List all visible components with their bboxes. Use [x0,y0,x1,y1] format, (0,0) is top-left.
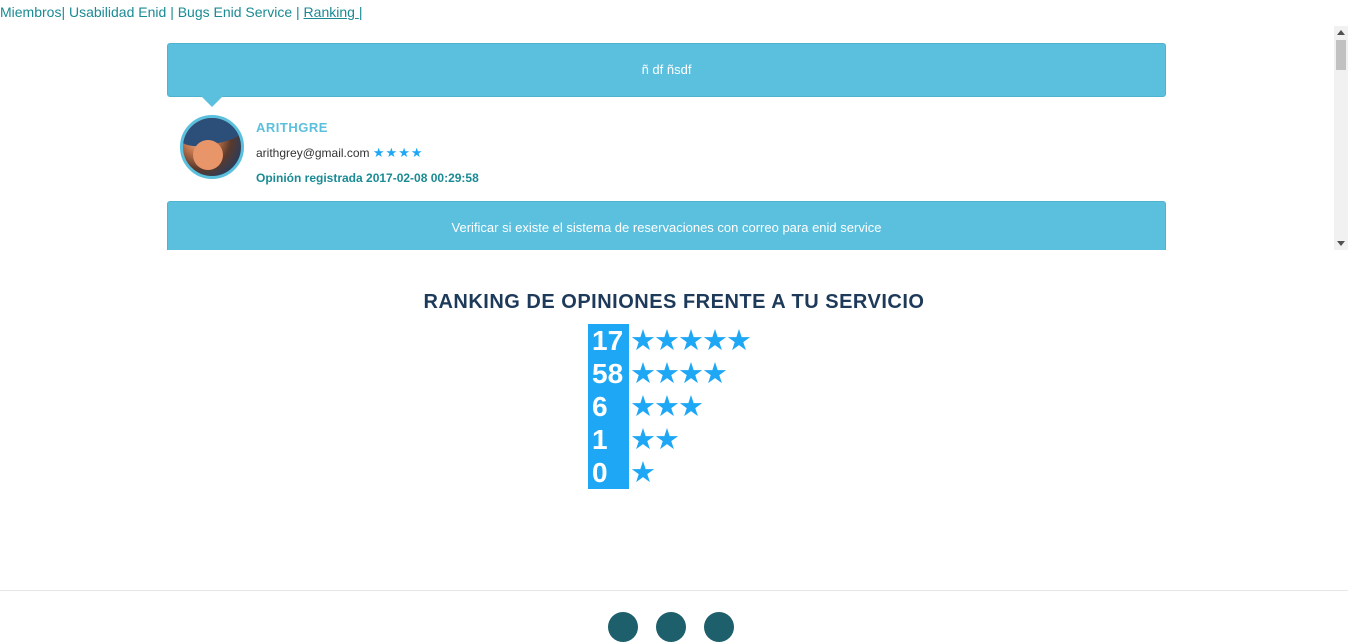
ranking-stars: ★★★★★ [630,323,752,357]
ranking-row: 0 ★ [588,456,750,489]
scrollbar[interactable] [1334,26,1348,250]
opinions-scroll-panel[interactable]: ñ df ñsdf ARITHGRE arithgrey@gmail.com ★… [0,26,1348,250]
opinion-text: ñ df ñsdf [641,62,692,77]
ranking-count: 58 [588,357,629,390]
opinion-text: Verificar si existe el sistema de reserv… [451,220,882,235]
opinion-date: Opinión registrada 2017-02-08 00:29:58 [256,171,479,185]
scroll-down-arrow-icon[interactable] [1337,241,1345,246]
ranking-count: 1 [588,423,629,456]
ranking-stars: ★★ [630,422,680,456]
nav-separator: | [61,4,66,20]
opinion-user-name: ARITHGRE [256,120,328,135]
opinion-bubble: Verificar si existe el sistema de reserv… [167,201,1166,250]
scrollbar-thumb[interactable] [1336,40,1346,70]
ranking-count: 17 [588,324,629,357]
ranking-stars: ★★★★ [630,356,728,390]
ranking-stars: ★ [630,455,656,489]
top-navigation: Miembros| Usabilidad Enid | Bugs Enid Se… [0,4,362,20]
avatar [180,115,244,179]
opinion-bubble: ñ df ñsdf [167,43,1166,107]
nav-link-bugs-enid-service[interactable]: Bugs Enid Service [178,4,292,20]
ranking-row: 58 ★★★★ [588,357,750,390]
nav-separator: | [296,4,300,20]
ranking-row: 17 ★★★★★ [588,323,752,357]
opinion-email-text: arithgrey@gmail.com [256,146,370,160]
ranking-count: 6 [588,390,629,423]
opinion-rating-stars: ★★★★ [372,145,424,160]
bubble-tail [201,96,223,107]
ranking-row: 6 ★★★ [588,390,750,423]
ranking-stars: ★★★ [630,389,704,423]
opinion-user-email: arithgrey@gmail.com ★★★★ [256,145,424,161]
nav-separator: | [358,4,363,20]
ranking-title: RANKING DE OPINIONES FRENTE A TU SERVICI… [423,291,925,313]
footer-divider [0,590,1348,591]
ranking-count: 0 [588,456,629,489]
nav-link-usabilidad-enid[interactable]: Usabilidad Enid [69,4,166,20]
nav-link-miembros[interactable]: Miembros [0,4,61,20]
scroll-up-arrow-icon[interactable] [1337,30,1345,35]
nav-link-ranking[interactable]: Ranking [304,4,359,20]
ranking-table: 17 ★★★★★ 58 ★★★★ 6 ★★★ 1 ★★ 0 ★ [588,323,752,489]
ranking-row: 1 ★★ [588,423,750,456]
nav-separator: | [170,4,174,20]
